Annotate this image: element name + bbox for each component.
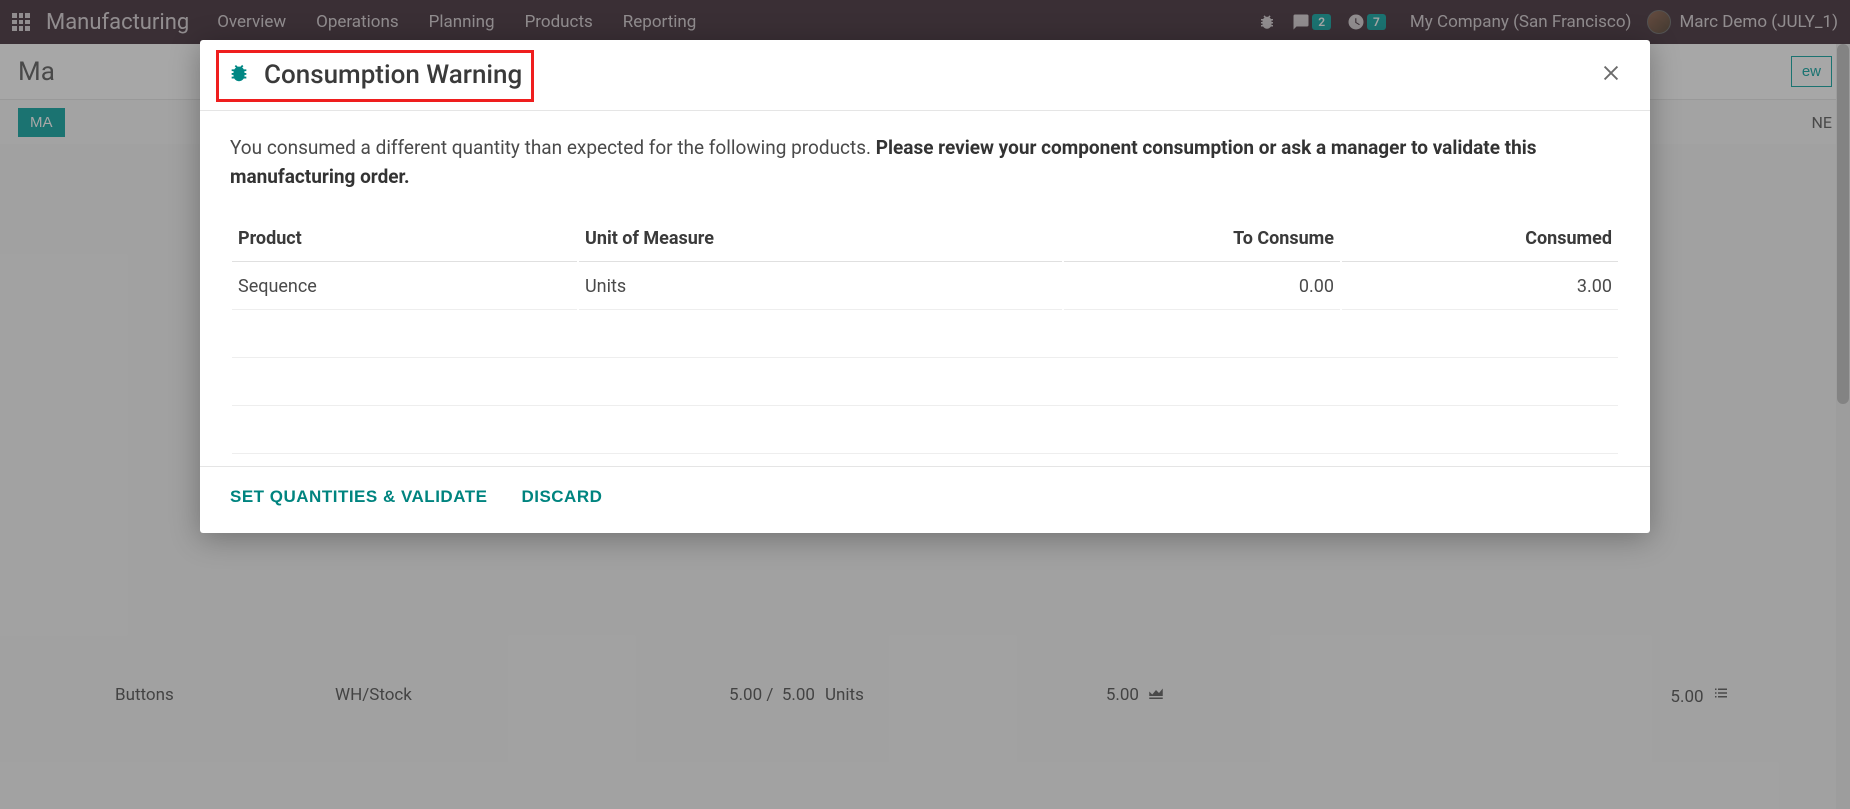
- col-product: Product: [232, 216, 577, 262]
- table-row: Sequence Units 0.00 3.00: [232, 264, 1618, 310]
- consumption-table: Product Unit of Measure To Consume Consu…: [230, 214, 1620, 456]
- empty-row: [232, 408, 1618, 454]
- modal-overlay: Consumption Warning You consumed a diffe…: [0, 0, 1850, 809]
- modal-header: Consumption Warning: [200, 40, 1650, 110]
- modal-footer: SET QUANTITIES & VALIDATE DISCARD: [200, 466, 1650, 533]
- bug-icon: [228, 62, 250, 88]
- set-quantities-validate-button[interactable]: SET QUANTITIES & VALIDATE: [230, 487, 487, 507]
- cell-to-consume: 0.00: [1064, 264, 1340, 310]
- warning-text-plain: You consumed a different quantity than e…: [230, 136, 876, 159]
- modal-body: You consumed a different quantity than e…: [200, 111, 1650, 466]
- modal-title: Consumption Warning: [264, 60, 522, 90]
- empty-row: [232, 360, 1618, 406]
- consumption-warning-modal: Consumption Warning You consumed a diffe…: [200, 40, 1650, 533]
- empty-row: [232, 312, 1618, 358]
- discard-button[interactable]: DISCARD: [521, 487, 602, 507]
- cell-uom: Units: [579, 264, 1062, 310]
- warning-text: You consumed a different quantity than e…: [230, 133, 1620, 192]
- cell-consumed: 3.00: [1342, 264, 1618, 310]
- close-icon[interactable]: [1600, 62, 1622, 88]
- cell-product: Sequence: [232, 264, 577, 310]
- col-uom: Unit of Measure: [579, 216, 1062, 262]
- col-consumed: Consumed: [1342, 216, 1618, 262]
- col-to-consume: To Consume: [1064, 216, 1340, 262]
